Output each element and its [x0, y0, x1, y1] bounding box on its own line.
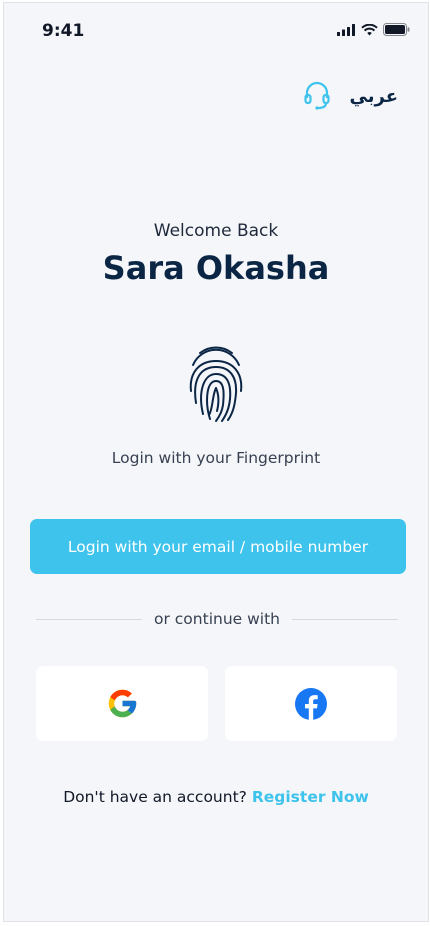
status-icons	[337, 23, 410, 36]
google-icon	[108, 689, 136, 718]
wifi-icon	[361, 23, 378, 35]
facebook-login-button[interactable]	[225, 666, 397, 741]
register-text: Don't have an account?	[63, 788, 247, 806]
app-screen: 9:41 عربي Welcome Back Sara Okasha Login…	[3, 2, 429, 922]
facebook-icon	[295, 687, 327, 720]
fingerprint-label: Login with your Fingerprint	[111, 449, 321, 467]
fingerprint-icon	[189, 346, 243, 422]
status-bar: 9:41	[4, 21, 428, 43]
fingerprint-button[interactable]	[186, 343, 246, 423]
register-link[interactable]: Register Now	[252, 788, 369, 806]
status-time: 9:41	[42, 21, 85, 41]
google-login-button[interactable]	[36, 666, 208, 741]
login-email-button[interactable]: Login with your email / mobile number	[30, 519, 406, 574]
divider: or continue with	[36, 610, 398, 628]
divider-label: or continue with	[154, 610, 280, 628]
signal-icon	[337, 23, 355, 36]
divider-line-left	[36, 618, 142, 620]
language-toggle[interactable]: عربي	[350, 86, 398, 107]
divider-line-right	[292, 618, 398, 620]
register-prompt: Don't have an account? Register Now	[4, 788, 428, 806]
battery-icon	[383, 23, 410, 36]
user-name: Sara Okasha	[102, 249, 330, 287]
top-actions: عربي	[303, 81, 398, 111]
headset-icon	[303, 81, 330, 110]
welcome-text: Welcome Back	[153, 221, 279, 241]
support-button[interactable]	[303, 81, 330, 111]
